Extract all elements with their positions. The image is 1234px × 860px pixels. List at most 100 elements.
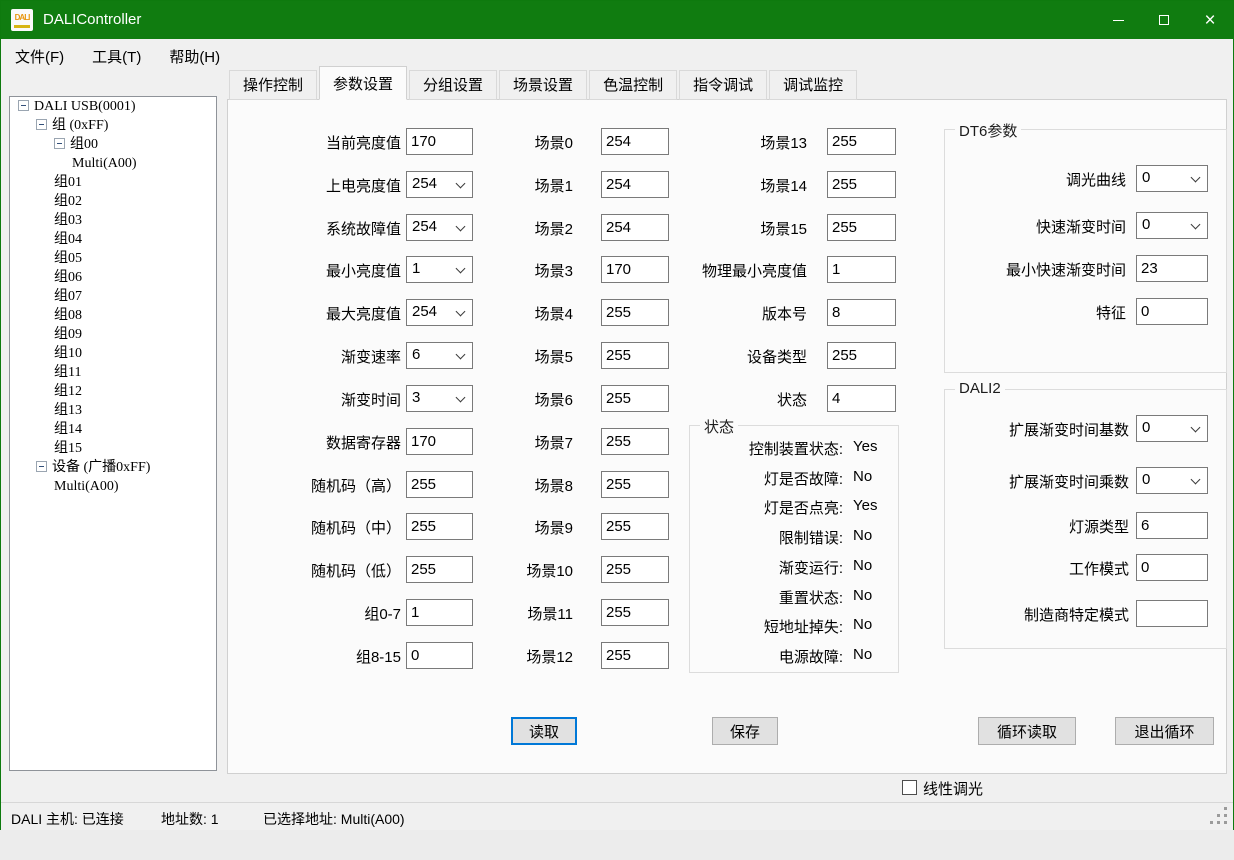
dali2-input[interactable] — [1136, 600, 1208, 627]
tree-item[interactable]: 组03 — [10, 211, 216, 230]
tree-item[interactable]: 组14 — [10, 420, 216, 439]
scene-input[interactable] — [601, 513, 669, 540]
scene-input[interactable] — [601, 642, 669, 669]
tree-item[interactable]: 组15 — [10, 439, 216, 458]
tab-1[interactable]: 参数设置 — [319, 66, 407, 100]
tab-2[interactable]: 分组设置 — [409, 70, 497, 100]
device-input[interactable] — [827, 214, 896, 241]
param-combo-value: 254 — [412, 218, 437, 235]
device-input[interactable] — [827, 128, 896, 155]
scene-input[interactable] — [601, 214, 669, 241]
maximize-button[interactable] — [1141, 1, 1187, 39]
collapse-icon[interactable] — [36, 461, 47, 472]
tree-item[interactable]: Multi(A00) — [10, 154, 216, 173]
chevron-down-icon — [456, 350, 466, 360]
param-input[interactable] — [406, 642, 473, 669]
statusbar-selected-address: 已选择地址: Multi(A00) — [263, 809, 405, 829]
tab-6[interactable]: 调试监控 — [769, 70, 857, 100]
tree-item[interactable]: 设备 (广播0xFF) — [10, 458, 216, 477]
tree-item[interactable]: 组07 — [10, 287, 216, 306]
tree-item[interactable]: 组04 — [10, 230, 216, 249]
param-combo[interactable]: 254 — [406, 299, 473, 326]
param-combo[interactable]: 3 — [406, 385, 473, 412]
close-button[interactable]: × — [1187, 1, 1233, 39]
tree-item[interactable]: 组06 — [10, 268, 216, 287]
tree-item-label: 组06 — [54, 270, 82, 285]
device-input[interactable] — [827, 385, 896, 412]
param-combo-value: 1 — [412, 260, 420, 277]
dali2-combo[interactable]: 0 — [1136, 467, 1208, 494]
statusbar-address-count: 地址数: 1 — [161, 809, 219, 829]
menu-item-2[interactable]: 帮助(H) — [155, 39, 234, 73]
param-combo[interactable]: 254 — [406, 171, 473, 198]
tree-item[interactable]: 组12 — [10, 382, 216, 401]
tab-3[interactable]: 场景设置 — [499, 70, 587, 100]
resize-grip-icon[interactable] — [1224, 821, 1227, 824]
scene-input[interactable] — [601, 428, 669, 455]
dt6-combo[interactable]: 0 — [1136, 165, 1208, 192]
collapse-icon[interactable] — [54, 138, 65, 149]
param-input[interactable] — [406, 471, 473, 498]
status-bar: DALI 主机: 已连接 地址数: 1 已选择地址: Multi(A00) — [1, 802, 1233, 830]
status-row-label: 限制错误: — [693, 527, 843, 548]
collapse-icon[interactable] — [36, 119, 47, 130]
tree-item[interactable]: 组02 — [10, 192, 216, 211]
tree-item-label: 组04 — [54, 232, 82, 247]
param-input[interactable] — [406, 428, 473, 455]
scene-input[interactable] — [601, 299, 669, 326]
device-input[interactable] — [827, 342, 896, 369]
param-input[interactable] — [406, 556, 473, 583]
tree-item[interactable]: 组05 — [10, 249, 216, 268]
exit-loop-button[interactable]: 退出循环 — [1115, 717, 1214, 745]
device-input[interactable] — [827, 299, 896, 326]
scene-input[interactable] — [601, 556, 669, 583]
dali2-input[interactable] — [1136, 512, 1208, 539]
tree-item-label: 组11 — [54, 365, 81, 380]
linear-dimming-checkbox[interactable] — [902, 780, 917, 795]
scene-input[interactable] — [601, 342, 669, 369]
scene-input[interactable] — [601, 471, 669, 498]
tree-item-label: 组09 — [54, 327, 82, 342]
tree-item[interactable]: 组 (0xFF) — [10, 116, 216, 135]
param-combo[interactable]: 254 — [406, 214, 473, 241]
tree-item[interactable]: 组01 — [10, 173, 216, 192]
tree-item[interactable]: 组11 — [10, 363, 216, 382]
menu-item-1[interactable]: 工具(T) — [78, 39, 155, 73]
menu-item-0[interactable]: 文件(F) — [1, 39, 78, 73]
tree-item[interactable]: 组09 — [10, 325, 216, 344]
tree-item[interactable]: DALI USB(0001) — [10, 97, 216, 116]
tree-item[interactable]: 组00 — [10, 135, 216, 154]
dt6-combo-value: 0 — [1142, 216, 1150, 233]
scene-input[interactable] — [601, 385, 669, 412]
chevron-down-icon — [1191, 220, 1201, 230]
dt6-input[interactable] — [1136, 298, 1208, 325]
dali2-combo[interactable]: 0 — [1136, 415, 1208, 442]
dt6-combo[interactable]: 0 — [1136, 212, 1208, 239]
dt6-input[interactable] — [1136, 255, 1208, 282]
tab-0[interactable]: 操作控制 — [229, 70, 317, 100]
tree-item[interactable]: Multi(A00) — [10, 477, 216, 496]
loop-read-button[interactable]: 循环读取 — [978, 717, 1076, 745]
param-input[interactable] — [406, 513, 473, 540]
tab-4[interactable]: 色温控制 — [589, 70, 677, 100]
scene-input[interactable] — [601, 128, 669, 155]
app-icon-bar — [14, 25, 30, 28]
param-input[interactable] — [406, 128, 473, 155]
tab-5[interactable]: 指令调试 — [679, 70, 767, 100]
tree-item[interactable]: 组13 — [10, 401, 216, 420]
minimize-button[interactable] — [1095, 1, 1141, 39]
param-combo[interactable]: 6 — [406, 342, 473, 369]
scene-input[interactable] — [601, 256, 669, 283]
save-button[interactable]: 保存 — [712, 717, 778, 745]
read-button[interactable]: 读取 — [511, 717, 577, 745]
param-combo[interactable]: 1 — [406, 256, 473, 283]
param-input[interactable] — [406, 599, 473, 626]
collapse-icon[interactable] — [18, 100, 29, 111]
dali2-input[interactable] — [1136, 554, 1208, 581]
device-input[interactable] — [827, 256, 896, 283]
scene-input[interactable] — [601, 599, 669, 626]
device-input[interactable] — [827, 171, 896, 198]
tree-item[interactable]: 组10 — [10, 344, 216, 363]
scene-input[interactable] — [601, 171, 669, 198]
tree-item[interactable]: 组08 — [10, 306, 216, 325]
